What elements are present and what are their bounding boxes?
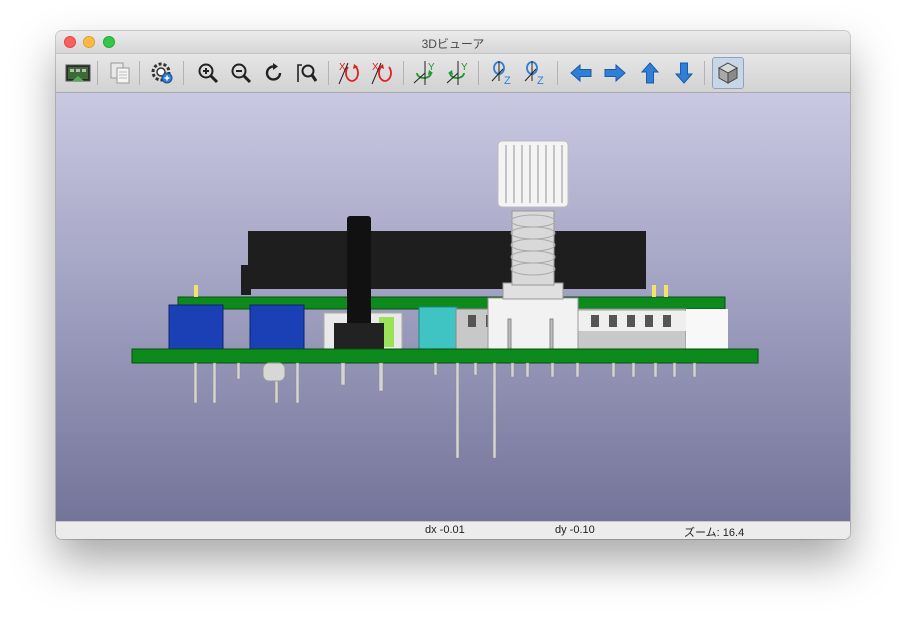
zoom-fit-button[interactable] xyxy=(293,59,321,87)
render-icon xyxy=(65,64,91,82)
rotate-y-cw-button[interactable]: Y xyxy=(411,59,439,87)
zoom-out-button[interactable] xyxy=(227,59,255,87)
rotate-x-ccw-button[interactable]: X xyxy=(369,59,397,87)
pan-right-button[interactable] xyxy=(601,59,629,87)
zoom-out-icon xyxy=(231,63,252,84)
arrow-up-icon xyxy=(640,62,660,84)
refresh-button[interactable] xyxy=(260,59,288,87)
pan-up-button[interactable] xyxy=(636,59,664,87)
rotate-z-cw-icon: Z xyxy=(491,61,511,87)
status-dx: dx -0.01 xyxy=(425,524,465,536)
settings-button[interactable] xyxy=(148,59,176,87)
pcb-3d-render xyxy=(131,140,759,459)
zoom-fit-icon xyxy=(297,64,318,82)
rotate-x-cw-icon: X xyxy=(338,62,359,85)
title-bar: 3Dビューア xyxy=(56,31,850,54)
pan-left-button[interactable] xyxy=(567,59,595,87)
arrow-down-icon xyxy=(674,62,694,84)
toolbar: X X Y Y Z Z xyxy=(56,54,850,93)
settings-icon xyxy=(151,62,173,84)
encoder-body xyxy=(487,297,579,351)
refresh-icon xyxy=(265,63,282,81)
zoom-in-button[interactable] xyxy=(194,59,222,87)
arrow-right-icon xyxy=(604,63,626,83)
toolbar-separator xyxy=(328,61,329,85)
viewer-window: 3Dビューア X X Y Y Z Z dx -0.01 dy -0.10 ズーム… xyxy=(56,31,850,539)
arrow-left-icon xyxy=(570,63,592,83)
black-post xyxy=(347,216,371,326)
rotate-x-cw-button[interactable]: X xyxy=(336,59,364,87)
window-title: 3Dビューア xyxy=(421,37,485,51)
toolbar-separator xyxy=(97,61,98,85)
blue-connector-right xyxy=(249,304,305,350)
svg-text:Z: Z xyxy=(504,75,511,87)
rotate-z-cw-button[interactable]: Z xyxy=(489,59,517,87)
copy-icon xyxy=(110,62,130,84)
zoom-in-icon xyxy=(198,63,219,84)
toolbar-separator xyxy=(478,61,479,85)
main-pcb xyxy=(131,348,759,364)
rotate-y-ccw-icon: Y xyxy=(446,61,468,85)
toolbar-separator xyxy=(557,61,558,85)
status-zoom: ズーム: 16.4 xyxy=(684,527,745,539)
copy-button[interactable] xyxy=(106,59,134,87)
toolbar-separator xyxy=(403,61,404,85)
cyan-component xyxy=(418,306,458,350)
blue-connector-left xyxy=(168,304,224,350)
rotate-z-ccw-icon: Z xyxy=(524,61,544,87)
chassis-block xyxy=(248,231,646,289)
3d-viewport[interactable] xyxy=(56,93,850,521)
toolbar-separator xyxy=(139,61,140,85)
rotate-x-ccw-icon: X xyxy=(371,62,392,85)
status-bar: dx -0.01 dy -0.10 ズーム: 16.4 xyxy=(56,521,850,539)
svg-text:Y: Y xyxy=(461,62,468,73)
toolbar-separator xyxy=(183,61,184,85)
orthographic-cube-icon xyxy=(717,62,739,84)
status-dy: dy -0.10 xyxy=(555,524,595,536)
pan-down-button[interactable] xyxy=(670,59,698,87)
rotate-y-cw-icon: Y xyxy=(413,61,435,85)
toolbar-separator xyxy=(704,61,705,85)
rotate-z-ccw-button[interactable]: Z xyxy=(522,59,550,87)
rotate-y-ccw-button[interactable]: Y xyxy=(444,59,472,87)
svg-text:Z: Z xyxy=(537,75,544,87)
orthographic-toggle[interactable] xyxy=(712,57,744,89)
render-button[interactable] xyxy=(64,59,92,87)
encoder-knob xyxy=(497,140,569,208)
